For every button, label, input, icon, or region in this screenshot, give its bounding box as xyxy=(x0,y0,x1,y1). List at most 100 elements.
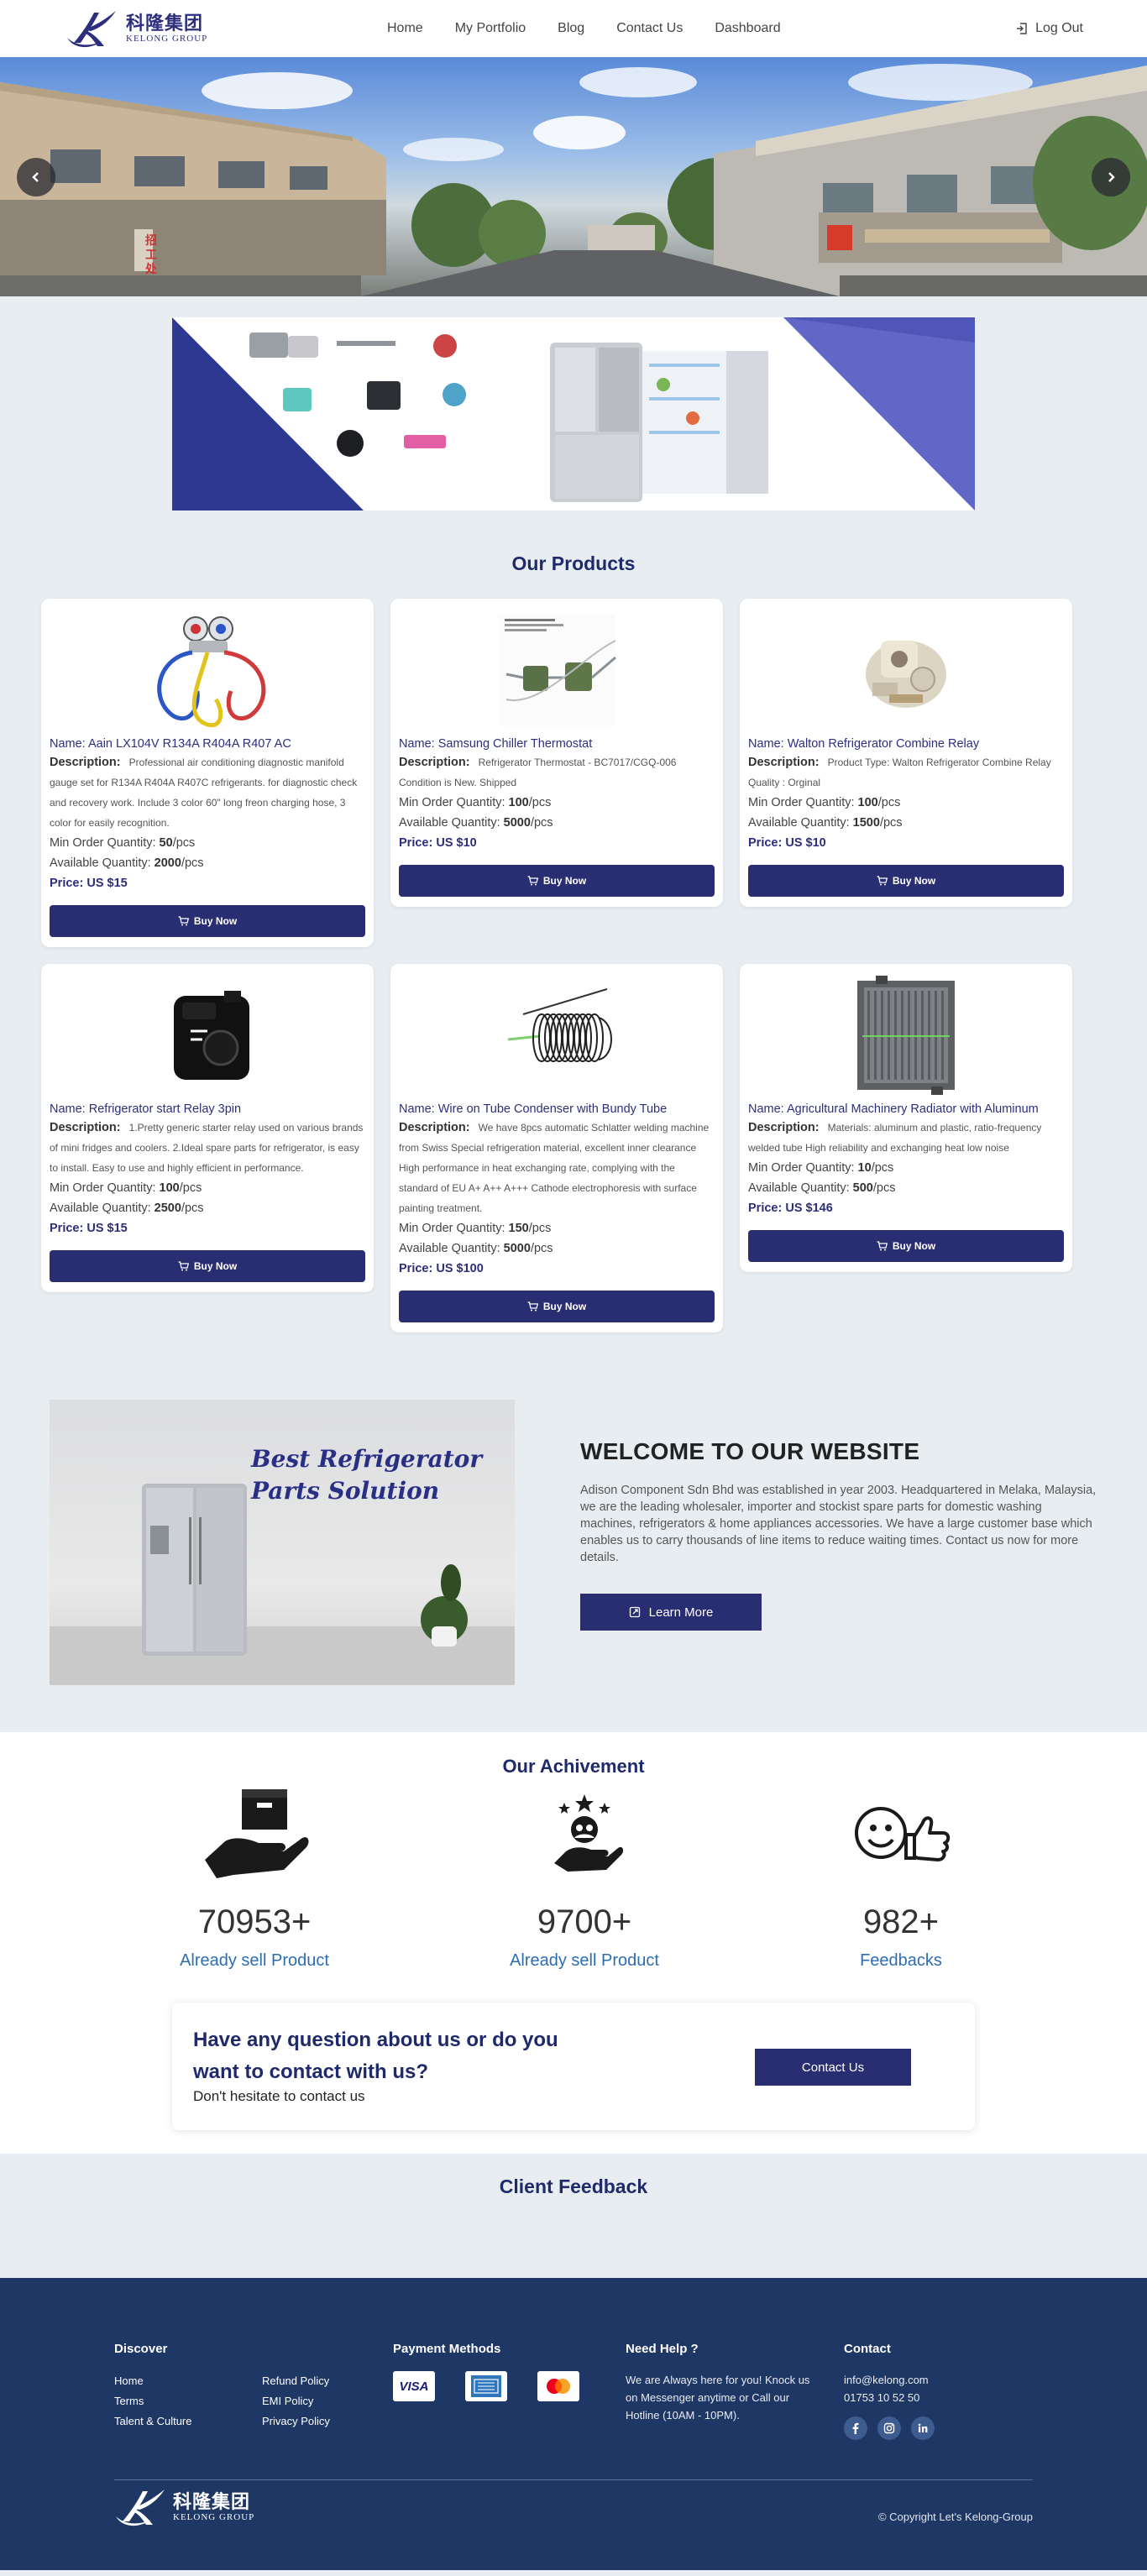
buy-now-button[interactable]: Buy Now xyxy=(50,1250,365,1282)
stat-number: 9700 xyxy=(537,1903,612,1940)
carousel-next-button[interactable] xyxy=(1092,158,1130,196)
product-image[interactable] xyxy=(50,972,365,1098)
kelong-logo-icon xyxy=(67,11,116,48)
product-moq: Min Order Quantity: 100/pcs xyxy=(50,1181,202,1195)
chevron-left-icon xyxy=(32,172,39,182)
cart-icon xyxy=(178,916,189,926)
product-card: Name: Samsung Chiller Thermostat Descript… xyxy=(390,599,723,907)
product-available: Available Quantity: 5000/pcs xyxy=(399,1242,553,1255)
mastercard-icon xyxy=(537,2371,579,2401)
product-image[interactable] xyxy=(748,972,1064,1098)
nav-blog[interactable]: Blog xyxy=(558,21,584,36)
instagram-icon[interactable] xyxy=(877,2416,901,2440)
hand-box-icon xyxy=(205,1789,309,1878)
svg-text:处: 处 xyxy=(144,262,158,276)
nav-dashboard[interactable]: Dashboard xyxy=(715,21,780,36)
cart-icon xyxy=(178,1261,189,1271)
kelong-logo-icon xyxy=(116,2490,165,2526)
product-description: Description: We have 8pcs automatic Schl… xyxy=(399,1121,710,1214)
hand-people-stars-icon xyxy=(554,1794,624,1872)
welcome-image: Best Refrigerator Parts Solution xyxy=(50,1400,515,1685)
stat-label: Already sell Product xyxy=(180,1951,329,1970)
product-image[interactable] xyxy=(399,972,715,1098)
client-feedback-section: Client Feedback xyxy=(0,2154,1147,2278)
welcome-section: Best Refrigerator Parts Solution WELCOME… xyxy=(0,1400,1147,1732)
facebook-icon[interactable] xyxy=(844,2416,867,2440)
footer-logo[interactable]: 科隆集团 KELONG GROUP xyxy=(114,2486,254,2528)
product-moq: Min Order Quantity: 100/pcs xyxy=(748,796,901,809)
nav-my-portfolio[interactable]: My Portfolio xyxy=(455,21,526,36)
logout-icon xyxy=(1017,23,1027,34)
hero-factory-image: 招 工 处 xyxy=(0,64,1147,296)
site-footer: Discover Home Terms Talent & Culture Ref… xyxy=(0,2278,1147,2570)
footer-payment: Payment Methods VISA xyxy=(393,2342,579,2401)
product-moq: Min Order Quantity: 10/pcs xyxy=(748,1161,894,1175)
footer-email[interactable]: info@kelong.com xyxy=(844,2371,935,2389)
buy-now-button[interactable]: Buy Now xyxy=(399,1291,715,1322)
product-name: Name: Aain LX104V R134A R404A R407 AC xyxy=(50,737,291,751)
product-moq: Min Order Quantity: 150/pcs xyxy=(399,1222,552,1235)
cart-icon xyxy=(527,876,538,886)
product-price: Price: US $10 xyxy=(748,836,826,850)
nav-home[interactable]: Home xyxy=(387,21,423,36)
product-moq: Min Order Quantity: 50/pcs xyxy=(50,836,196,850)
product-card: Name: Agricultural Machinery Radiator wi… xyxy=(740,964,1072,1272)
promo-banner xyxy=(172,317,975,510)
products-grid: Name: Aain LX104V R134A R404A R407 AC Des… xyxy=(41,599,1106,1333)
product-image[interactable] xyxy=(748,607,1064,733)
product-name: Name: Refrigerator start Relay 3pin xyxy=(50,1102,242,1116)
brand-name-en: KELONG GROUP xyxy=(126,34,208,44)
contact-us-button[interactable]: Contact Us xyxy=(755,2049,911,2086)
footer-brand-name-cn: 科隆集团 xyxy=(173,2491,251,2513)
product-image[interactable] xyxy=(50,607,365,733)
buy-now-button[interactable]: Buy Now xyxy=(748,1230,1064,1262)
footer-link-terms[interactable]: Terms xyxy=(114,2391,262,2411)
footer-phone[interactable]: 01753 10 52 50 xyxy=(844,2389,935,2406)
stat-products-sold-2: 9700+ Already sell Product xyxy=(467,1783,702,1971)
smile-thumbs-up-icon xyxy=(855,1807,951,1861)
footer-contact: Contact info@kelong.com 01753 10 52 50 xyxy=(844,2342,935,2440)
carousel-prev-button[interactable] xyxy=(17,158,55,196)
cart-icon xyxy=(527,1301,538,1312)
product-card: Name: Refrigerator start Relay 3pin Descr… xyxy=(41,964,374,1292)
product-price: Price: US $146 xyxy=(748,1202,833,1215)
footer-help-title: Need Help ? xyxy=(626,2342,699,2356)
footer-link-emi-policy[interactable]: EMI Policy xyxy=(262,2391,330,2411)
fridge-illustration xyxy=(50,1484,515,1685)
product-image[interactable] xyxy=(399,607,715,733)
product-description: Description: Professional air conditioni… xyxy=(50,756,358,829)
achievement-title: Our Achivement xyxy=(502,1756,645,1777)
product-price: Price: US $15 xyxy=(50,877,128,890)
footer-discover: Discover Home Terms Talent & Culture Ref… xyxy=(114,2342,330,2432)
stat-number: 70953 xyxy=(197,1903,291,1940)
learn-more-button[interactable]: Learn More xyxy=(580,1594,762,1631)
stat-feedbacks: 982+ Feedbacks xyxy=(783,1783,1019,1971)
nav-contact-us[interactable]: Contact Us xyxy=(616,21,683,36)
buy-now-button[interactable]: Buy Now xyxy=(399,865,715,897)
product-description: Description: Refrigerator Thermostat - B… xyxy=(399,756,677,788)
product-available: Available Quantity: 5000/pcs xyxy=(399,816,553,830)
footer-link-privacy-policy[interactable]: Privacy Policy xyxy=(262,2411,330,2432)
product-name: Name: Samsung Chiller Thermostat xyxy=(399,737,593,751)
buy-now-button[interactable]: Buy Now xyxy=(748,865,1064,897)
product-name: Name: Agricultural Machinery Radiator wi… xyxy=(748,1102,1039,1116)
footer-link-refund-policy[interactable]: Refund Policy xyxy=(262,2371,330,2391)
buy-now-button[interactable]: Buy Now xyxy=(50,905,365,937)
welcome-image-caption: Best Refrigerator Parts Solution xyxy=(251,1445,483,1505)
footer-help: Need Help ? We are Always here for you! … xyxy=(626,2342,819,2424)
product-description: Description: 1.Pretty generic starter re… xyxy=(50,1121,364,1174)
footer-link-talent-culture[interactable]: Talent & Culture xyxy=(114,2411,262,2432)
footer-help-text: We are Always here for you! Knock us on … xyxy=(626,2374,810,2422)
product-card: Name: Wire on Tube Condenser with Bundy … xyxy=(390,964,723,1333)
logout-button[interactable]: Log Out xyxy=(1015,0,1083,57)
product-available: Available Quantity: 500/pcs xyxy=(748,1181,896,1195)
product-price: Price: US $15 xyxy=(50,1222,128,1235)
copyright-text: © Copyright Let's Kelong-Group xyxy=(877,2511,1033,2523)
visa-card-icon: VISA xyxy=(393,2371,435,2401)
contact-cta-question: Have any question about us or do you wan… xyxy=(193,2029,558,2083)
logout-label: Log Out xyxy=(1035,21,1083,35)
linkedin-icon[interactable] xyxy=(911,2416,935,2440)
brand-logo[interactable]: 科隆集团 KELONG GROUP xyxy=(65,8,207,50)
product-name: Name: Wire on Tube Condenser with Bundy … xyxy=(399,1102,668,1116)
footer-link-home[interactable]: Home xyxy=(114,2371,262,2391)
